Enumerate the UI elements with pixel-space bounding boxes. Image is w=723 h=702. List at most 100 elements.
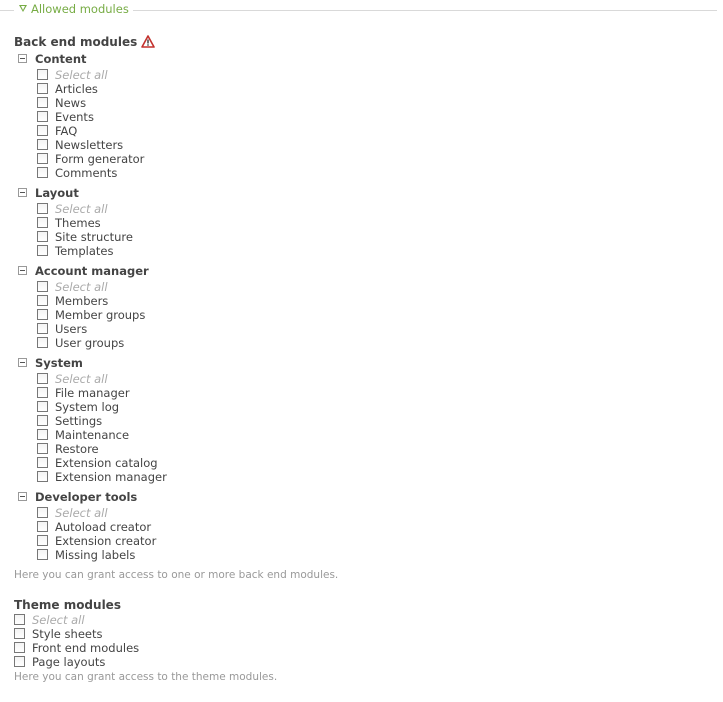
module-checkbox[interactable] xyxy=(37,471,48,482)
module-label[interactable]: Members xyxy=(55,294,108,308)
collapse-minus-icon[interactable] xyxy=(18,358,27,367)
module-label[interactable]: File manager xyxy=(55,386,130,400)
module-checkbox[interactable] xyxy=(37,387,48,398)
select-all-checkbox-row[interactable]: Select all xyxy=(37,372,714,386)
module-checkbox-row-extension-manager[interactable]: Extension manager xyxy=(37,470,714,484)
module-checkbox[interactable] xyxy=(37,125,48,136)
module-checkbox[interactable] xyxy=(37,231,48,242)
module-label[interactable]: Comments xyxy=(55,166,117,180)
module-checkbox[interactable] xyxy=(37,429,48,440)
module-label[interactable]: Restore xyxy=(55,442,99,456)
select-all-checkbox[interactable] xyxy=(37,69,48,80)
module-checkbox-row-extension-catalog[interactable]: Extension catalog xyxy=(37,456,714,470)
module-checkbox[interactable] xyxy=(37,415,48,426)
select-all-checkbox[interactable] xyxy=(37,281,48,292)
module-checkbox[interactable] xyxy=(14,656,25,667)
module-checkbox-row-member-groups[interactable]: Member groups xyxy=(37,308,714,322)
fieldset-toggle[interactable]: Allowed modules xyxy=(19,2,129,16)
module-label[interactable]: Missing labels xyxy=(55,548,135,562)
module-checkbox[interactable] xyxy=(37,167,48,178)
select-all-label[interactable]: Select all xyxy=(55,202,108,216)
module-label[interactable]: Page layouts xyxy=(32,655,105,669)
module-checkbox-row-comments[interactable]: Comments xyxy=(37,166,714,180)
module-label[interactable]: Themes xyxy=(55,216,101,230)
module-label[interactable]: FAQ xyxy=(55,124,77,138)
module-checkbox[interactable] xyxy=(14,628,25,639)
module-checkbox-row-news[interactable]: News xyxy=(37,96,714,110)
module-checkbox-row-file-manager[interactable]: File manager xyxy=(37,386,714,400)
select-all-checkbox[interactable] xyxy=(14,614,25,625)
select-all-label[interactable]: Select all xyxy=(32,613,85,627)
select-all-label[interactable]: Select all xyxy=(55,372,108,386)
collapse-minus-icon[interactable] xyxy=(18,266,27,275)
module-checkbox[interactable] xyxy=(37,245,48,256)
module-checkbox-row-settings[interactable]: Settings xyxy=(37,414,714,428)
module-checkbox-row-faq[interactable]: FAQ xyxy=(37,124,714,138)
module-label[interactable]: Extension manager xyxy=(55,470,167,484)
module-label[interactable]: Events xyxy=(55,110,94,124)
module-label[interactable]: Settings xyxy=(55,414,102,428)
select-all-label[interactable]: Select all xyxy=(55,280,108,294)
module-checkbox-row-missing-labels[interactable]: Missing labels xyxy=(37,548,714,562)
module-checkbox-row-site-structure[interactable]: Site structure xyxy=(37,230,714,244)
module-checkbox-row-form-generator[interactable]: Form generator xyxy=(37,152,714,166)
module-checkbox[interactable] xyxy=(37,139,48,150)
module-checkbox[interactable] xyxy=(37,83,48,94)
module-checkbox-row-events[interactable]: Events xyxy=(37,110,714,124)
module-checkbox-row-autoload-creator[interactable]: Autoload creator xyxy=(37,520,714,534)
select-all-checkbox-row[interactable]: Select all xyxy=(37,202,714,216)
module-checkbox[interactable] xyxy=(37,401,48,412)
select-all-checkbox-row[interactable]: Select all xyxy=(37,280,714,294)
module-label[interactable]: Articles xyxy=(55,82,98,96)
collapse-minus-icon[interactable] xyxy=(18,54,27,63)
module-label[interactable]: News xyxy=(55,96,86,110)
module-checkbox-row-themes[interactable]: Themes xyxy=(37,216,714,230)
module-checkbox[interactable] xyxy=(37,111,48,122)
select-all-checkbox[interactable] xyxy=(37,203,48,214)
module-label[interactable]: Site structure xyxy=(55,230,133,244)
module-checkbox[interactable] xyxy=(37,153,48,164)
module-label[interactable]: User groups xyxy=(55,336,124,350)
module-checkbox-row-users[interactable]: Users xyxy=(37,322,714,336)
module-label[interactable]: Extension creator xyxy=(55,534,156,548)
select-all-checkbox-row[interactable]: Select all xyxy=(37,68,714,82)
collapse-minus-icon[interactable] xyxy=(18,492,27,501)
module-checkbox[interactable] xyxy=(37,323,48,334)
module-label[interactable]: Maintenance xyxy=(55,428,129,442)
module-checkbox-row-system-log[interactable]: System log xyxy=(37,400,714,414)
module-checkbox-row-front-end-modules[interactable]: Front end modules xyxy=(14,641,714,655)
module-checkbox-row-extension-creator[interactable]: Extension creator xyxy=(37,534,714,548)
module-checkbox[interactable] xyxy=(37,295,48,306)
module-checkbox[interactable] xyxy=(37,457,48,468)
select-all-checkbox-row[interactable]: Select all xyxy=(14,613,714,627)
module-label[interactable]: Newsletters xyxy=(55,138,123,152)
module-checkbox-row-newsletters[interactable]: Newsletters xyxy=(37,138,714,152)
module-label[interactable]: Extension catalog xyxy=(55,456,158,470)
module-label[interactable]: Users xyxy=(55,322,87,336)
module-checkbox-row-style-sheets[interactable]: Style sheets xyxy=(14,627,714,641)
module-label[interactable]: Front end modules xyxy=(32,641,139,655)
module-label[interactable]: Form generator xyxy=(55,152,144,166)
select-all-checkbox[interactable] xyxy=(37,507,48,518)
collapse-minus-icon[interactable] xyxy=(18,188,27,197)
module-checkbox-row-page-layouts[interactable]: Page layouts xyxy=(14,655,714,669)
module-checkbox[interactable] xyxy=(37,443,48,454)
select-all-checkbox[interactable] xyxy=(37,373,48,384)
module-checkbox-row-maintenance[interactable]: Maintenance xyxy=(37,428,714,442)
module-checkbox[interactable] xyxy=(37,97,48,108)
module-checkbox-row-members[interactable]: Members xyxy=(37,294,714,308)
select-all-label[interactable]: Select all xyxy=(55,506,108,520)
module-checkbox-row-articles[interactable]: Articles xyxy=(37,82,714,96)
module-checkbox-row-user-groups[interactable]: User groups xyxy=(37,336,714,350)
select-all-checkbox-row[interactable]: Select all xyxy=(37,506,714,520)
module-label[interactable]: Member groups xyxy=(55,308,145,322)
module-checkbox[interactable] xyxy=(37,309,48,320)
module-label[interactable]: System log xyxy=(55,400,119,414)
module-checkbox-row-restore[interactable]: Restore xyxy=(37,442,714,456)
module-checkbox[interactable] xyxy=(37,549,48,560)
module-label[interactable]: Templates xyxy=(55,244,113,258)
module-label[interactable]: Autoload creator xyxy=(55,520,151,534)
module-label[interactable]: Style sheets xyxy=(32,627,102,641)
module-checkbox[interactable] xyxy=(37,535,48,546)
module-checkbox[interactable] xyxy=(14,642,25,653)
